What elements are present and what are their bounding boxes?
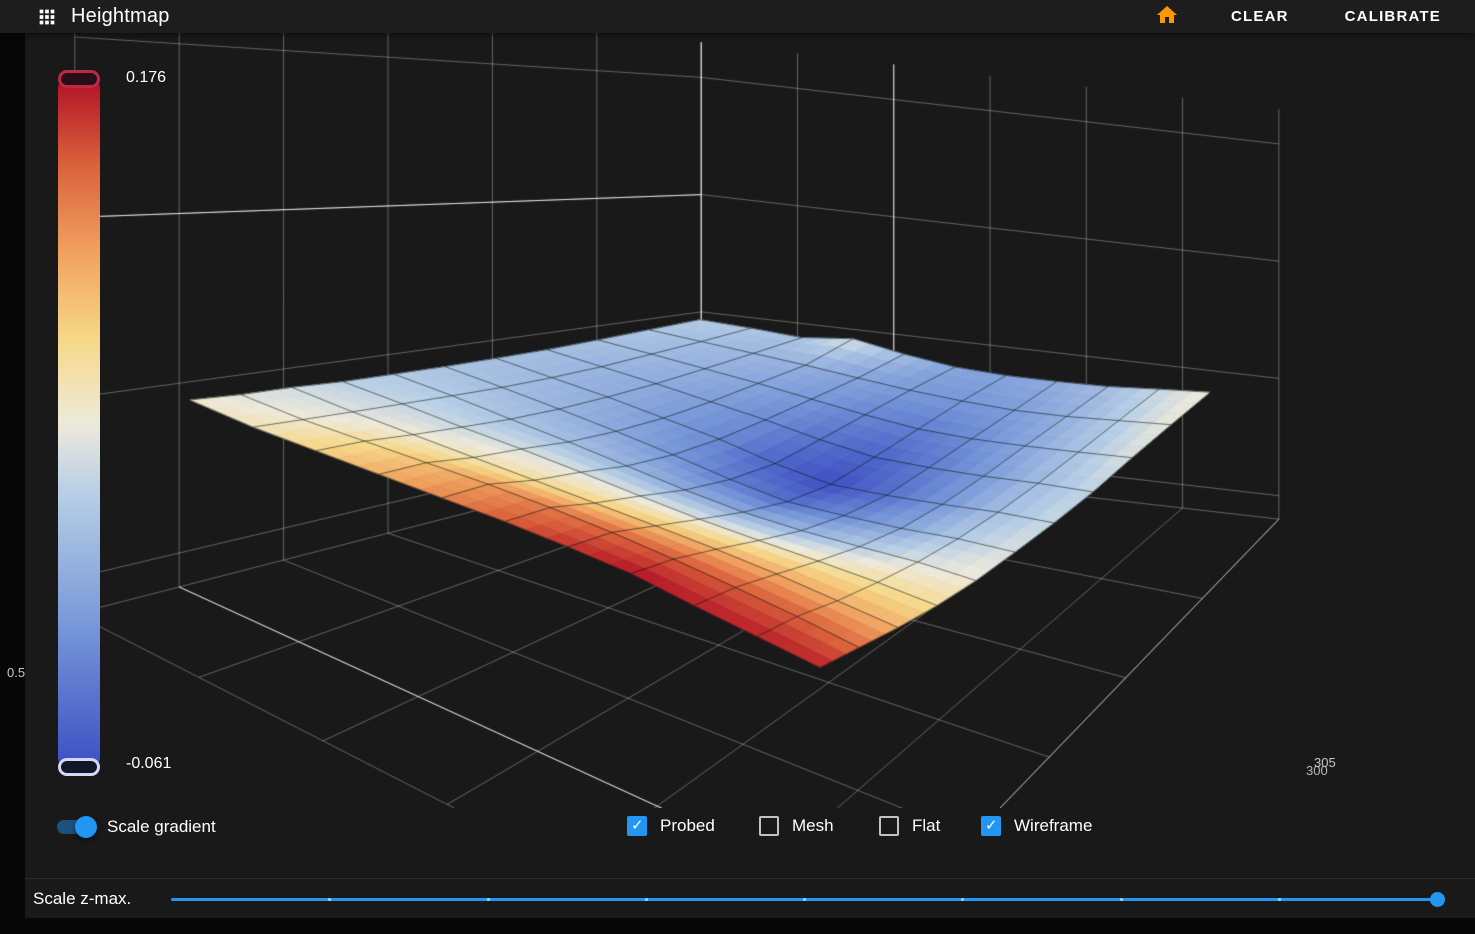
wireframe-checkbox-group[interactable]: Wireframe — [981, 816, 1092, 836]
heightmap-3d-plot[interactable] — [25, 33, 1475, 808]
probed-checkbox-group[interactable]: Probed — [627, 816, 715, 836]
flat-checkbox-group[interactable]: Flat — [879, 816, 940, 836]
wireframe-label: Wireframe — [1014, 816, 1092, 836]
topbar: Heightmap CLEAR CALIBRATE — [0, 0, 1475, 33]
calibrate-button[interactable]: CALIBRATE — [1339, 4, 1447, 29]
slider-thumb[interactable] — [1430, 892, 1445, 907]
grid-icon — [36, 6, 58, 28]
colorbar-gradient — [58, 80, 100, 766]
slider-tick — [1278, 898, 1281, 901]
display-options-row: Scale gradient Probed Mesh Flat Wirefram… — [25, 808, 1475, 878]
colorbar — [58, 70, 100, 776]
z-axis-tick-label: 0.5 — [7, 665, 25, 680]
slider-tick — [328, 898, 331, 901]
topbar-actions: CLEAR CALIBRATE — [1153, 1, 1475, 32]
slider-tick — [961, 898, 964, 901]
mesh-label: Mesh — [792, 816, 834, 836]
slider-tick — [487, 898, 490, 901]
slider-tick — [645, 898, 648, 901]
scale-zmax-label: Scale z-max. — [33, 889, 161, 909]
scale-zmax-row: Scale z-max. — [25, 878, 1475, 918]
wireframe-checkbox[interactable] — [981, 816, 1001, 836]
probed-checkbox[interactable] — [627, 816, 647, 836]
mesh-checkbox-group[interactable]: Mesh — [759, 816, 834, 836]
scale-zmax-slider[interactable] — [171, 891, 1437, 907]
colorbar-max-label: 0.176 — [126, 69, 166, 87]
heightmap-card: 0.176 -0.061 0.5 305 300 Scale gradient … — [25, 33, 1475, 918]
page-title: Heightmap — [71, 5, 170, 28]
slider-tick — [803, 898, 806, 901]
home-icon — [1155, 3, 1179, 30]
home-button[interactable] — [1153, 1, 1181, 32]
flat-label: Flat — [912, 816, 940, 836]
slider-tick — [1120, 898, 1123, 901]
scale-gradient-toggle-group[interactable]: Scale gradient — [53, 816, 216, 838]
colorbar-max-handle[interactable] — [58, 70, 100, 88]
colorbar-min-handle[interactable] — [58, 758, 100, 776]
mesh-checkbox[interactable] — [759, 816, 779, 836]
probed-label: Probed — [660, 816, 715, 836]
x-axis-tick-label: 300 — [1306, 763, 1328, 778]
scale-gradient-label: Scale gradient — [107, 817, 216, 837]
topbar-title-group: Heightmap — [0, 5, 170, 28]
switch-thumb — [75, 816, 97, 838]
flat-checkbox[interactable] — [879, 816, 899, 836]
colorbar-min-label: -0.061 — [126, 755, 171, 773]
clear-button[interactable]: CLEAR — [1225, 4, 1295, 29]
scale-gradient-switch[interactable] — [53, 816, 97, 838]
